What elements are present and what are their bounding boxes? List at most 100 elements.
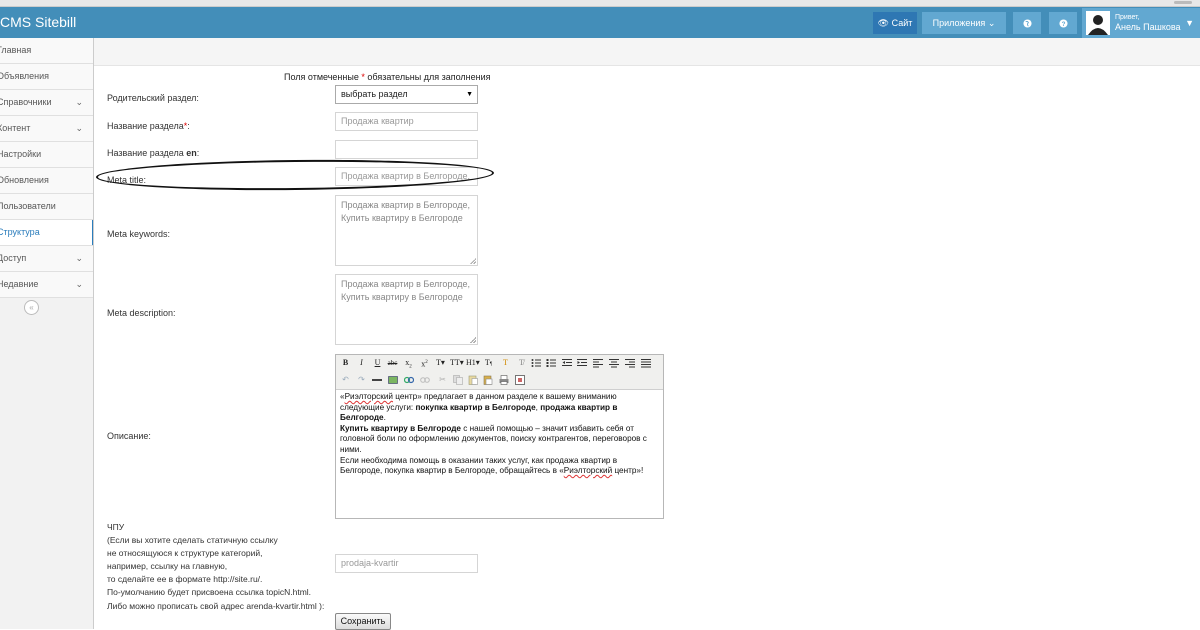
superscript-icon[interactable]: x2 (418, 357, 431, 369)
meta-description-label: Meta description: (107, 308, 176, 318)
help-button[interactable]: ? (1049, 12, 1077, 34)
sidebar-item-directories[interactable]: Справочники ⌄ (0, 90, 93, 116)
outdent-icon[interactable] (562, 358, 572, 368)
text-run: центр»! (612, 466, 644, 476)
paragraph-format-icon[interactable]: T¶ (482, 357, 495, 369)
description-label: Описание: (107, 431, 151, 441)
section-name-en-label-text: Название раздела (107, 148, 187, 158)
strikethrough-icon[interactable]: abc (386, 357, 399, 369)
section-name-input[interactable]: Продажа квартир (335, 112, 478, 131)
sidebar-item-label: Пользователи (0, 201, 56, 211)
parent-section-select[interactable]: выбрать раздел ▼ (335, 85, 478, 104)
globe-button[interactable] (1013, 12, 1041, 34)
chpu-help-line: Либо можно прописать свой адрес arenda-k… (107, 600, 325, 611)
app-title[interactable]: CMS Sitebill (0, 14, 76, 30)
paste-text-icon[interactable] (483, 375, 493, 385)
meta-keywords-textarea[interactable]: Продажа квартир в Белгороде, Купить квар… (335, 195, 478, 266)
meta-description-textarea[interactable]: Продажа квартир в Белгороде, Купить квар… (335, 274, 478, 345)
clear-format-icon[interactable]: T̸ (515, 357, 528, 369)
align-center-icon[interactable] (609, 358, 619, 368)
redo-icon[interactable]: ↷ (355, 374, 368, 386)
sidebar-item-users[interactable]: Пользователи (0, 194, 93, 220)
editor-paragraph-1: «Риэлторский центр» предлагает в данном … (340, 392, 660, 424)
required-fields-note: Поля отмеченные * обязательны для заполн… (284, 72, 491, 82)
resize-handle[interactable] (470, 337, 476, 343)
resize-handle[interactable] (470, 258, 476, 264)
chpu-input[interactable]: prodaja-kvartir (335, 554, 478, 573)
justify-icon[interactable] (641, 358, 651, 368)
unlink-icon[interactable] (420, 375, 430, 385)
sidebar-collapse-button[interactable]: « (24, 300, 39, 315)
undo-icon[interactable]: ↶ (339, 374, 352, 386)
required-note-text-end: обязательны для заполнения (364, 72, 491, 82)
bold-icon[interactable]: B (339, 357, 352, 369)
site-button[interactable]: 👁︎ Сайт (873, 12, 917, 34)
user-silhouette-icon (1086, 11, 1110, 35)
chevron-down-icon: ⌄ (75, 279, 83, 289)
parent-section-label: Родительский раздел: (107, 93, 199, 103)
sidebar-item-structure[interactable]: Структура (0, 220, 93, 246)
top-navbar: CMS Sitebill 👁︎ Сайт Приложения ⌄ ? Прив… (0, 7, 1200, 38)
link-icon[interactable] (404, 375, 414, 385)
sidebar-item-recent[interactable]: Недавние ⌄ (0, 272, 93, 298)
misspelled-word: Риэлторский (344, 392, 393, 401)
numbered-list-icon[interactable] (546, 358, 556, 368)
text-run: . (383, 413, 386, 423)
align-right-icon[interactable] (625, 358, 635, 368)
paste-icon[interactable] (468, 375, 478, 385)
sidebar-item-label: Недавние (0, 279, 39, 289)
question-icon: ? (1058, 19, 1068, 28)
caret-down-icon: ▼ (466, 91, 473, 98)
underline-icon[interactable]: U (371, 357, 384, 369)
chpu-help-line: не относящуюся к структуре категорий, (107, 548, 263, 559)
eye-icon: 👁︎ (877, 18, 890, 28)
copy-icon[interactable] (453, 375, 463, 385)
sidebar: Главная Объявления Справочники ⌄ Контент… (0, 38, 94, 629)
editor-paragraph-3: Если необходима помощь в оказании таких … (340, 456, 660, 477)
apps-dropdown-button[interactable]: Приложения ⌄ (922, 12, 1006, 34)
rich-text-editor[interactable]: B I U abc x2 x2 T▾ TT▾ H1▾ T¶ T T̸ ↶ ↷ ✂… (335, 354, 664, 519)
chpu-title: ЧПУ (107, 522, 125, 532)
user-menu[interactable]: Привет, Анель Пашкова ▼ (1082, 8, 1200, 38)
meta-description-value: Продажа квартир в Белгороде, Купить квар… (341, 279, 470, 302)
editor-content[interactable]: «Риэлторский центр» предлагает в данном … (340, 392, 660, 477)
horizontal-rule-icon[interactable] (372, 375, 382, 385)
misspelled-word: Риэлторский (563, 466, 613, 476)
sidebar-item-home[interactable]: Главная (0, 38, 93, 64)
avatar (1086, 11, 1110, 35)
font-family-icon[interactable]: T▾ (434, 357, 447, 369)
chpu-help-text: ЧПУ (Если вы хотите сделать статичную сс… (107, 521, 324, 613)
required-note-text: Поля отмеченные (284, 72, 362, 82)
section-name-en-label: Название раздела en: (107, 148, 199, 158)
fullscreen-icon[interactable] (515, 375, 525, 385)
scroll-thumb[interactable] (1174, 1, 1192, 4)
sidebar-item-updates[interactable]: Обновления (0, 168, 93, 194)
label-colon: : (187, 121, 190, 131)
chpu-help-line: (Если вы хотите сделать статичную ссылку (107, 535, 278, 546)
section-name-en-input[interactable] (335, 140, 478, 159)
editor-toolbar-row-2: ↶ ↷ ✂ (336, 372, 663, 390)
align-left-icon[interactable] (593, 358, 603, 368)
print-icon[interactable] (499, 375, 509, 385)
sidebar-item-content[interactable]: Контент ⌄ (0, 116, 93, 142)
hand-drawn-highlight-oval (95, 157, 495, 193)
image-icon[interactable] (388, 375, 398, 385)
indent-icon[interactable] (577, 358, 587, 368)
meta-keywords-label: Meta keywords: (107, 229, 171, 239)
sidebar-item-listings[interactable]: Объявления (0, 64, 93, 90)
italic-icon[interactable]: I (355, 357, 368, 369)
save-button[interactable]: Сохранить (335, 613, 391, 630)
bullet-list-icon[interactable] (531, 358, 541, 368)
heading-icon[interactable]: H1▾ (466, 357, 480, 369)
sidebar-item-access[interactable]: Доступ ⌄ (0, 246, 93, 272)
chevron-down-icon: ⌄ (987, 18, 996, 28)
subscript-icon[interactable]: x2 (402, 357, 415, 370)
cut-icon[interactable]: ✂ (436, 374, 449, 386)
sidebar-item-label: Настройки (0, 149, 42, 159)
breadcrumb (94, 38, 1200, 66)
font-size-icon[interactable]: TT▾ (450, 357, 464, 369)
sidebar-item-label: Структура (0, 227, 40, 237)
sidebar-item-settings[interactable]: Настройки (0, 142, 93, 168)
text-color-icon[interactable]: T (499, 357, 512, 369)
sidebar-item-label: Главная (0, 45, 32, 55)
